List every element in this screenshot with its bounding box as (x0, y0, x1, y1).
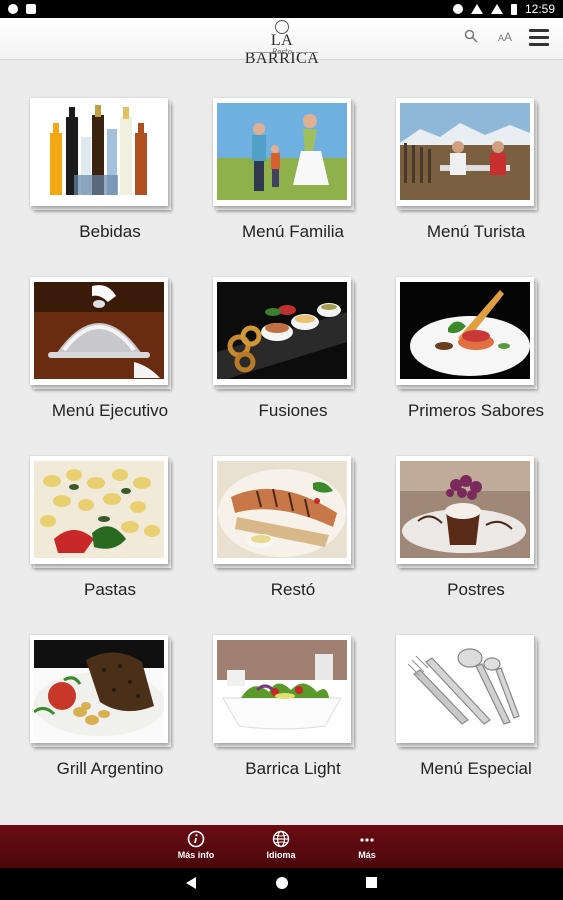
location-icon (452, 4, 463, 14)
grilled-meat-photo (34, 640, 164, 737)
menu-item-label: Menú Familia (241, 222, 345, 241)
mas-info-button[interactable]: Más info (166, 830, 226, 860)
signal-icon (490, 4, 503, 14)
menu-item-label: Fusiones (258, 401, 328, 420)
menu-item-menu-familia[interactable]: Menú Familia (203, 62, 354, 241)
pasta-photo (34, 461, 164, 558)
menu-item-barrica-light[interactable]: Barrica Light (203, 599, 354, 778)
logo-subtitle: Resto (232, 48, 332, 56)
menu-item-postres[interactable]: Postres (386, 420, 537, 599)
idioma-button[interactable]: Idioma (251, 830, 311, 860)
mas-button[interactable]: Más (337, 830, 397, 860)
menu-item-label: Bebidas (79, 222, 141, 241)
info-icon (187, 830, 205, 848)
fish-plate-photo (217, 461, 347, 558)
bottles-photo (34, 103, 164, 200)
record-icon (8, 4, 18, 14)
more-dots-icon (360, 838, 374, 842)
menu-item-primeros-sabores[interactable]: Primeros Sabores (386, 241, 544, 420)
status-time: 12:59 (524, 2, 555, 16)
menu-item-grill-argentino[interactable]: Grill Argentino (20, 599, 171, 778)
menu-item-label: Grill Argentino (56, 759, 164, 778)
status-bar: 12:59 (0, 0, 563, 18)
search-icon[interactable] (464, 29, 478, 43)
battery-icon (510, 3, 517, 15)
menu-item-fusiones[interactable]: Fusiones (203, 241, 354, 420)
dessert-photo (400, 461, 530, 558)
mas-info-label: Más info (177, 850, 215, 860)
mas-label: Más (358, 850, 376, 860)
menu-item-menu-turista[interactable]: Menú Turista (386, 62, 537, 241)
menu-item-label: Menú Turista (426, 222, 526, 241)
cloche-photo (34, 282, 164, 379)
hamburger-menu-icon[interactable] (529, 29, 549, 46)
appetizers-photo (217, 282, 347, 379)
starter-plate-photo (400, 282, 530, 379)
back-icon[interactable] (186, 877, 196, 889)
menu-item-label: Primeros Sabores (407, 401, 545, 420)
menu-item-bebidas[interactable]: Bebidas (20, 62, 171, 241)
sd-card-icon (26, 4, 36, 14)
home-icon[interactable] (276, 877, 288, 889)
salad-photo (217, 640, 347, 737)
menu-item-label: Menú Especial (420, 759, 532, 778)
font-size-icon[interactable]: AA (498, 30, 512, 44)
system-nav-bar (0, 868, 563, 900)
menu-item-label: Restó (270, 580, 316, 599)
menu-item-label: Pastas (84, 580, 136, 599)
menu-item-menu-ejecutivo[interactable]: Menú Ejecutivo (20, 241, 171, 420)
app-bar: LA BARRICA Resto AA (0, 18, 563, 67)
cutlery-photo (400, 640, 530, 737)
family-photo (217, 103, 347, 200)
idioma-label: Idioma (266, 850, 296, 860)
menu-item-label: Menú Ejecutivo (51, 401, 169, 420)
wifi-icon (470, 4, 483, 14)
tourist-photo (400, 103, 530, 200)
menu-item-resto[interactable]: Restó (203, 420, 354, 599)
menu-item-label: Barrica Light (245, 759, 341, 778)
menu-item-label: Postres (447, 580, 505, 599)
la-barrica-logo: LA BARRICA Resto (232, 20, 332, 67)
menu-grid: Bebidas Menú Familia Menú Turista Menú E… (0, 60, 563, 825)
globe-icon (272, 830, 290, 848)
bottom-action-bar: Más info Idioma Más (0, 825, 563, 868)
recents-icon[interactable] (366, 877, 377, 888)
menu-item-pastas[interactable]: Pastas (20, 420, 171, 599)
menu-item-menu-especial[interactable]: Menú Especial (386, 599, 537, 778)
